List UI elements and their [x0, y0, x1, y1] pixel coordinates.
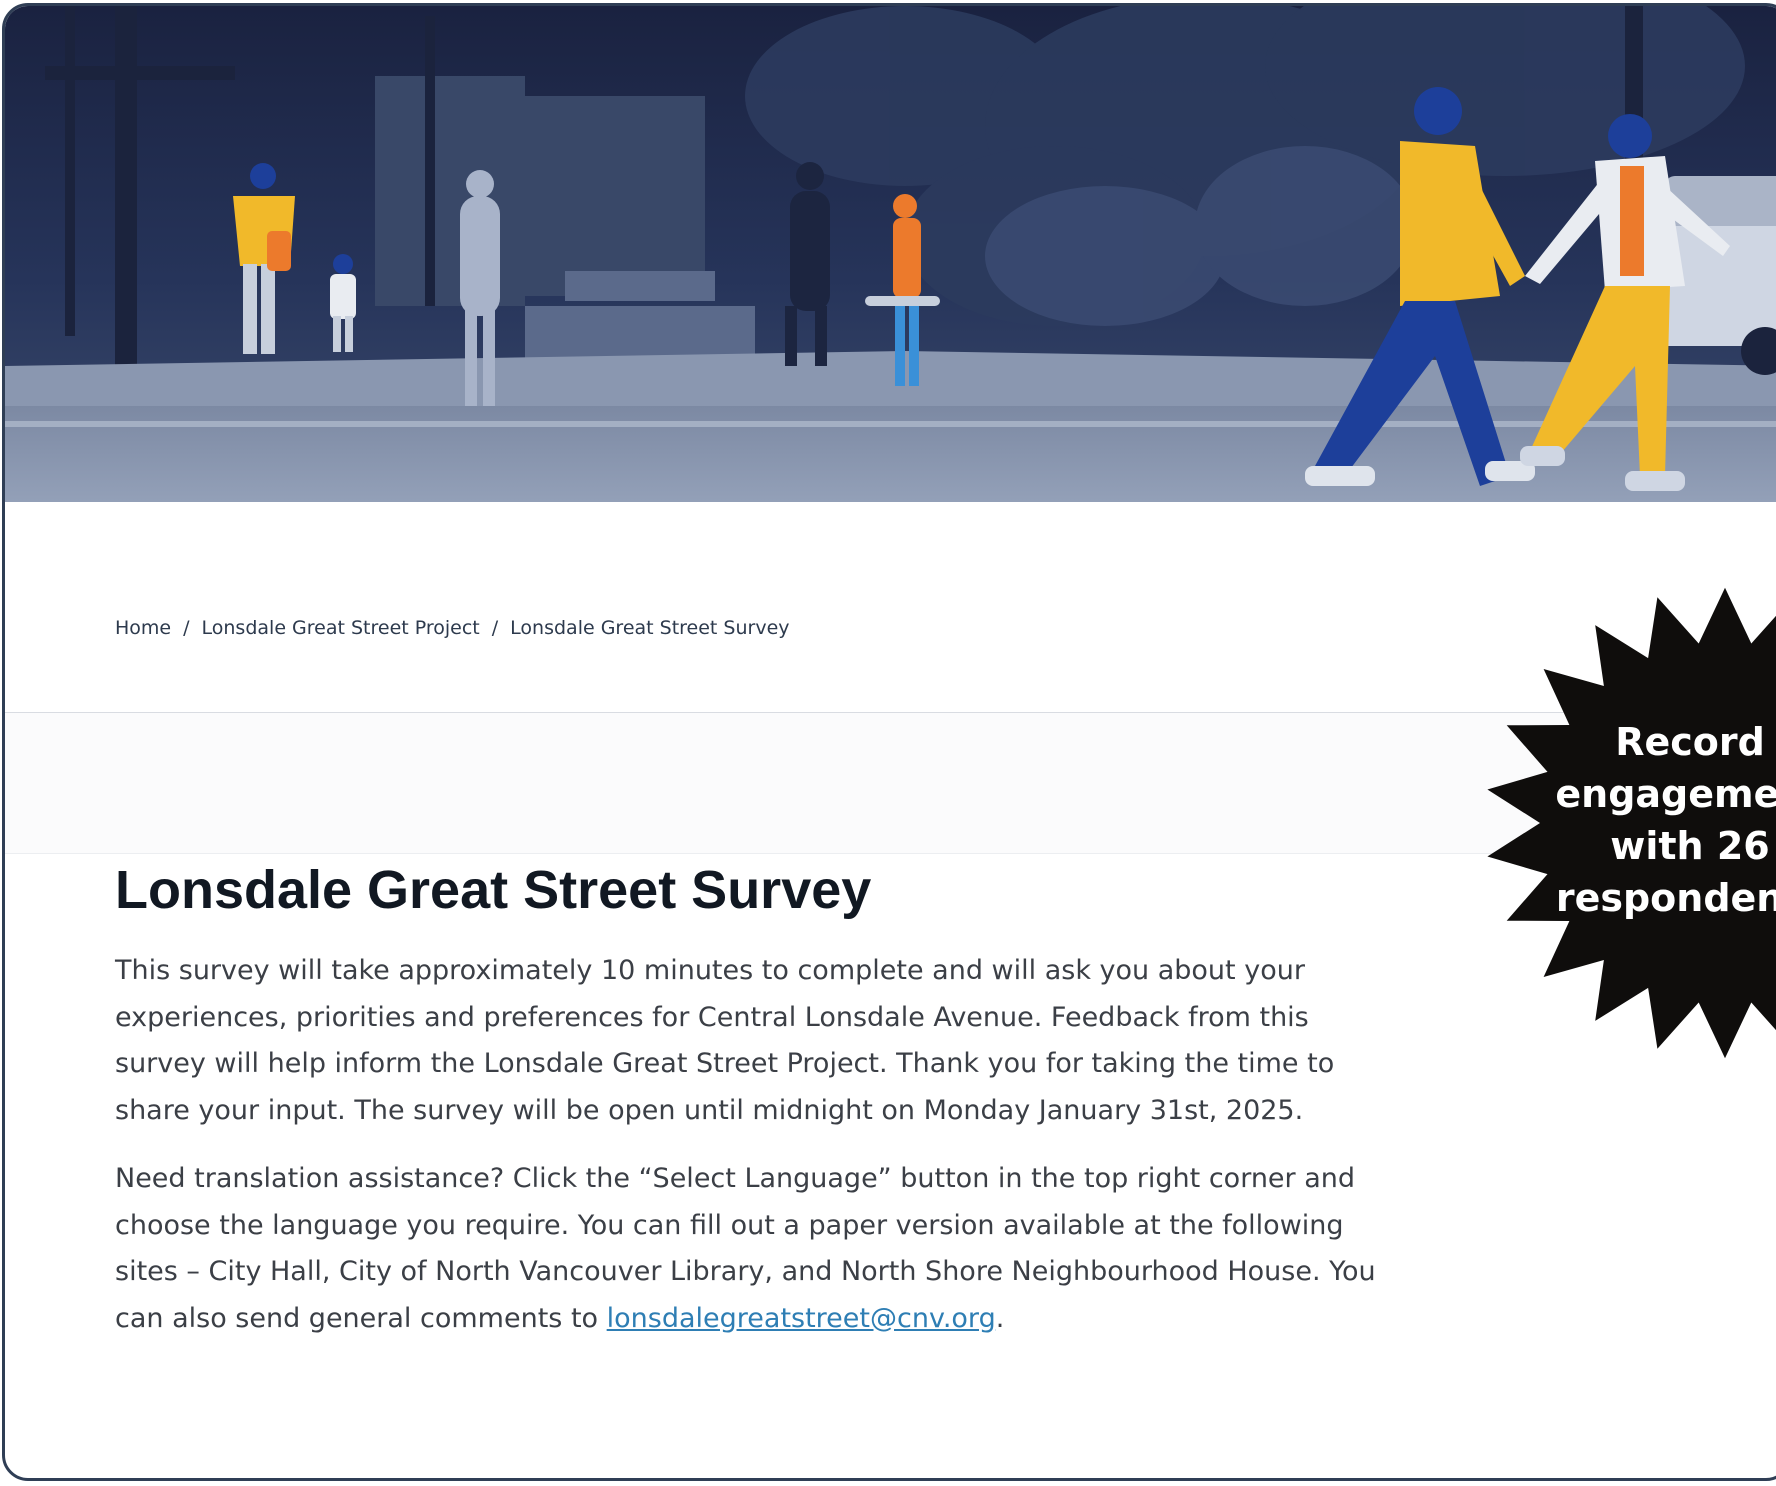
page-title: Lonsdale Great Street Survey — [115, 860, 872, 920]
page-frame: Home / Lonsdale Great Street Project / Lonsd… — [2, 3, 1776, 1481]
breadcrumb: Home / Lonsdale Great Street Project / Lonsd… — [115, 617, 790, 639]
breadcrumb-bar: Home / Lonsdale Great Street Project / Lonsd… — [5, 502, 1776, 713]
survey-intro-paragraph: This survey will take approximately 10 m… — [115, 955, 1335, 1126]
breadcrumb-separator: / — [491, 617, 499, 639]
breadcrumb-separator: / — [183, 617, 190, 639]
breadcrumb-project-link[interactable]: Lonsdale Great Street Project — [202, 617, 480, 639]
translation-paragraph: Need translation assistance? Click the “… — [115, 1156, 1515, 1342]
breadcrumb-home-link[interactable]: Home — [115, 617, 171, 639]
email-link[interactable]: lonsdalegreatstreet@cnv.org — [607, 1303, 996, 1334]
breadcrumb-current-page: Lonsdale Great Street Survey — [510, 617, 790, 639]
main-content: Lonsdale Great Street Survey This survey… — [115, 854, 1515, 1342]
translation-text-end: . — [995, 1302, 1005, 1334]
hero-banner-image — [5, 6, 1776, 502]
section-band — [5, 713, 1776, 854]
